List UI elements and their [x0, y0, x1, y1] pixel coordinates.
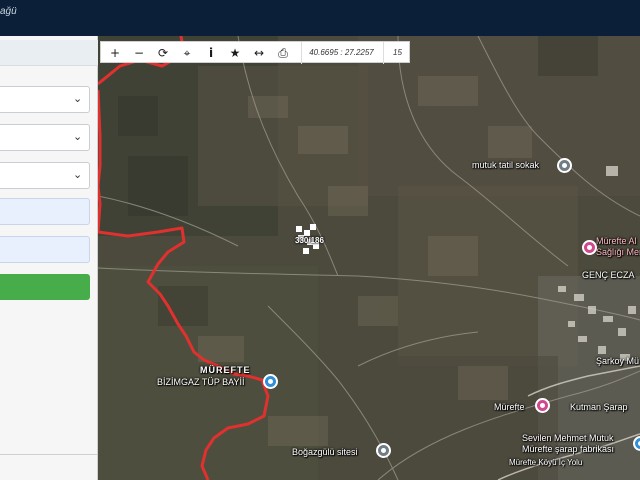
shop-pin-icon[interactable]	[263, 374, 278, 389]
sidebar-divider	[0, 454, 98, 455]
road-label-murefte-koyu: Mürefte Köyü İç Yolu	[509, 458, 583, 467]
neighborhood-select[interactable]: ⌄	[0, 162, 90, 189]
app-title: ağü	[0, 6, 17, 17]
place-label-bogazgulu: Boğazgülü sitesi	[292, 447, 358, 457]
province-select[interactable]: ⌄	[0, 86, 90, 113]
info-icon[interactable]: i	[199, 42, 223, 64]
place-label-bizimgaz: BİZİMGAZ TÜP BAYİİ	[157, 377, 245, 387]
zoom-level-readout: 15	[383, 42, 411, 64]
place-label-murefte-village: MÜREFTE	[200, 365, 251, 375]
satellite-imagery	[98, 36, 640, 480]
chevron-down-icon: ⌄	[73, 130, 83, 143]
block-input[interactable]	[0, 198, 90, 225]
district-select[interactable]: ⌄	[0, 124, 90, 151]
place-label-health-center: Mürefte Al	[596, 236, 637, 246]
chevron-down-icon: ⌄	[73, 168, 83, 181]
print-icon[interactable]: ⎙	[271, 42, 295, 64]
coordinates-readout: 40.6695 : 27.2257	[301, 42, 381, 64]
map-toolbar: + − ⟳ ⌖ i ★ ↔ ⎙ 40.6695 : 27.2257 15	[100, 41, 411, 64]
chevron-down-icon: ⌄	[73, 92, 83, 105]
place-label-mutuk-tatil: mutuk tatil sokak	[472, 160, 540, 170]
place-label-genc-eczane: GENÇ ECZA	[582, 270, 635, 280]
site-pin-icon[interactable]	[376, 443, 391, 458]
sidebar-header	[0, 40, 98, 66]
place-label-kutman: Kutman Şarap	[570, 402, 628, 412]
zoom-in-icon[interactable]: +	[103, 42, 127, 64]
place-label-sevilen-2: Mürefte şarap fabrikası	[522, 444, 615, 454]
star-icon[interactable]: ★	[223, 42, 247, 64]
place-label-sevilen: Sevilen Mehmet Mutuk	[522, 433, 614, 443]
query-button[interactable]	[0, 274, 90, 300]
hospital-pin-icon[interactable]	[582, 240, 597, 255]
satellite-map[interactable]	[98, 36, 640, 480]
locate-icon[interactable]: ⌖	[175, 42, 199, 64]
parcel-label: 330/186	[295, 236, 324, 245]
place-label-health-center-2: Sağlığı Merkez	[596, 247, 640, 257]
parcel-input[interactable]	[0, 236, 90, 263]
measure-icon[interactable]: ↔	[247, 42, 271, 64]
top-bar: ağü	[0, 0, 640, 36]
place-pin-icon[interactable]	[557, 158, 572, 173]
road-label-sarkoy: Şarkoy Mü	[596, 356, 640, 366]
place-label-murefte: Mürefte	[494, 402, 525, 412]
sidebar-panel: ⌄ ⌄ ⌄	[0, 36, 98, 480]
zoom-out-icon[interactable]: −	[127, 42, 151, 64]
attraction-pin-icon[interactable]	[535, 398, 550, 413]
refresh-icon[interactable]: ⟳	[151, 42, 175, 64]
